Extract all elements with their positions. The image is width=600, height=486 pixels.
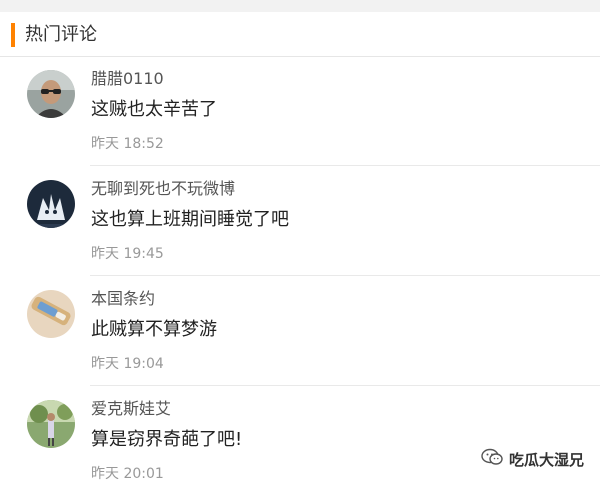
wechat-icon [481, 448, 503, 470]
user-avatar[interactable] [27, 70, 75, 118]
section-header: 热门评论 [0, 12, 600, 57]
user-avatar[interactable] [27, 180, 75, 228]
comment-text: 此贼算不算梦游 [91, 319, 217, 340]
comment-username[interactable]: 爱克斯娃艾 [91, 398, 171, 420]
comment-time: 昨天 19:45 [91, 246, 164, 262]
comment-text: 这贼也太辛苦了 [91, 99, 217, 120]
comment-item: 无聊到死也不玩微博 这也算上班期间睡觉了吧 昨天 19:45 [0, 166, 600, 276]
comment-username[interactable]: 本国条约 [91, 288, 155, 310]
comment-item: 腊腊0110 这贼也太辛苦了 昨天 18:52 [0, 56, 600, 166]
comment-time: 昨天 19:04 [91, 356, 164, 372]
comment-item: 爱克斯娃艾 算是窃界奇葩了吧! 昨天 20:01 [0, 386, 600, 486]
watermark-text: 吃瓜大湿兄 [508, 450, 584, 469]
section-title: 热门评论 [25, 24, 97, 45]
comment-username[interactable]: 腊腊0110 [91, 68, 164, 90]
comment-username[interactable]: 无聊到死也不玩微博 [91, 178, 235, 200]
comment-time: 昨天 18:52 [91, 136, 164, 152]
user-avatar[interactable] [27, 290, 75, 338]
comment-text: 这也算上班期间睡觉了吧 [91, 209, 289, 230]
hot-comments-panel: 热门评论 腊腊0110 这贼也太辛苦了 昨天 18:52 无聊到死也不玩微博 这… [0, 12, 600, 486]
comment-item: 本国条约 此贼算不算梦游 昨天 19:04 [0, 276, 600, 386]
watermark: 吃瓜大湿兄 [481, 448, 584, 470]
user-avatar[interactable] [27, 400, 75, 448]
header-accent-bar [11, 23, 15, 47]
comment-time: 昨天 20:01 [91, 466, 164, 482]
comment-text: 算是窃界奇葩了吧! [91, 429, 243, 450]
